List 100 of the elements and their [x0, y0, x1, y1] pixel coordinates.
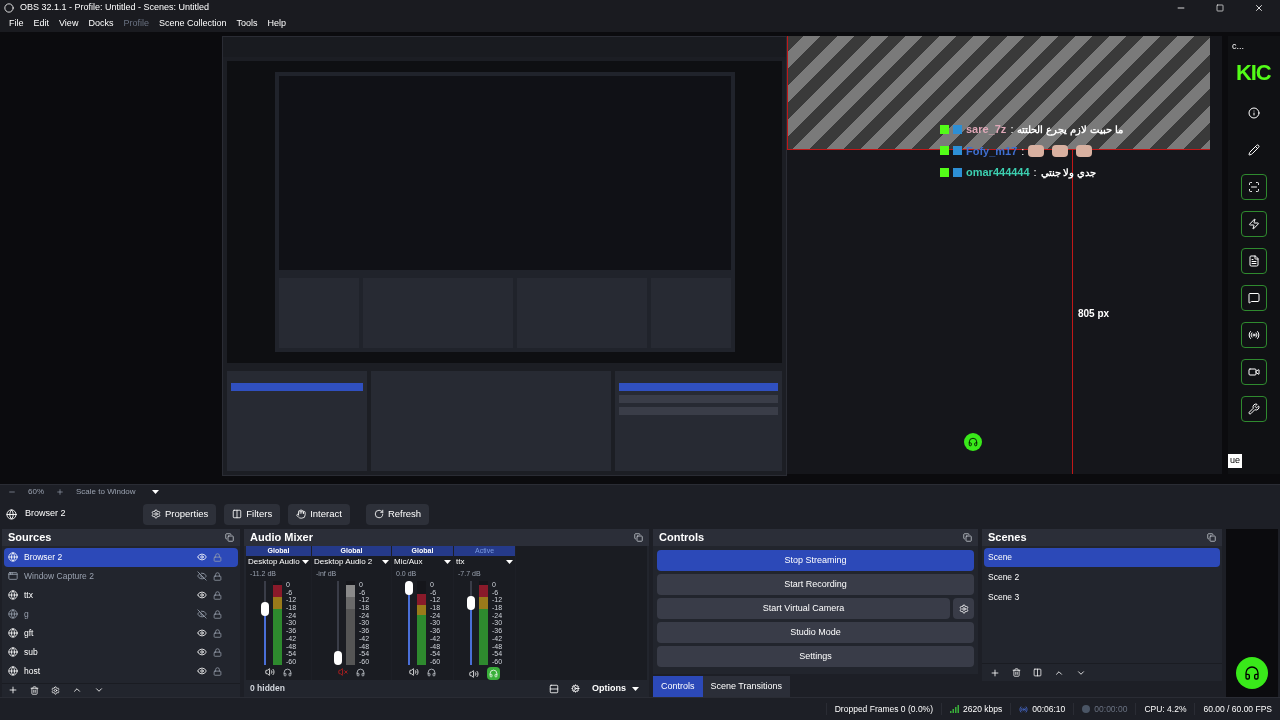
visibility-icon[interactable]	[197, 590, 207, 600]
sidebar-button[interactable]	[1241, 173, 1267, 200]
caret-icon	[382, 560, 389, 564]
undock-icon[interactable]	[225, 532, 234, 542]
current-source-name: Browser 2	[25, 507, 67, 521]
scene-item[interactable]: Scene	[984, 548, 1220, 567]
channel-dropdown[interactable]: Mic/Aux	[392, 555, 453, 569]
control-button[interactable]: Start Recording	[657, 574, 974, 595]
fader-handle[interactable]	[260, 602, 269, 616]
headset-button[interactable]	[964, 433, 982, 451]
caret-icon	[506, 560, 513, 564]
visibility-icon[interactable]	[197, 628, 207, 638]
hidden-count: 0 hidden	[250, 682, 286, 695]
dock-title: Audio Mixer	[250, 530, 313, 545]
sidebar-button[interactable]	[1241, 210, 1267, 237]
signal-bars-icon	[950, 705, 959, 713]
zoom-value: 60%	[28, 486, 44, 498]
fader-handle[interactable]	[466, 596, 475, 611]
layout-icon[interactable]	[549, 683, 559, 694]
speaker-icon[interactable]	[265, 667, 275, 677]
sidebar-icon	[1248, 106, 1260, 119]
headset-icon	[1244, 665, 1260, 681]
add-icon[interactable]	[8, 685, 18, 696]
add-icon[interactable]	[990, 667, 1000, 678]
source-item[interactable]: ttx	[4, 585, 238, 605]
source-item[interactable]: Browser 2	[4, 547, 238, 567]
globe-icon	[8, 628, 18, 638]
lock-icon[interactable]	[213, 628, 222, 638]
undock-icon[interactable]	[1207, 533, 1216, 542]
sidebar-icon	[1248, 365, 1260, 378]
hidden-icon[interactable]	[197, 609, 207, 619]
control-button[interactable]: Stop Streaming	[657, 550, 974, 571]
sidebar-icon	[1248, 291, 1260, 304]
menu-item[interactable]: Scene Collection	[153, 17, 232, 31]
undock-icon[interactable]	[963, 533, 972, 542]
speaker-icon[interactable]	[469, 668, 479, 679]
virtual-camera-settings-button[interactable]	[953, 598, 974, 619]
options-dropdown[interactable]: Options	[592, 681, 639, 696]
sidebar-button[interactable]	[1241, 321, 1267, 348]
control-button[interactable]: Settings	[657, 646, 974, 667]
fader-handle[interactable]	[333, 651, 342, 665]
headset-button[interactable]	[1236, 657, 1268, 689]
hidden-icon[interactable]	[197, 571, 207, 581]
visibility-icon[interactable]	[197, 666, 207, 676]
trash-icon[interactable]	[1012, 668, 1021, 677]
chat-separator: :	[1033, 165, 1037, 180]
source-item[interactable]: Window Capture 2	[4, 566, 238, 586]
source-toolbar-button[interactable]: Filters	[224, 503, 281, 525]
maximize-icon[interactable]	[1216, 4, 1224, 12]
undock-icon[interactable]	[634, 532, 643, 542]
sidebar-button[interactable]	[1241, 247, 1267, 274]
control-button[interactable]: Start Virtual Camera	[657, 598, 950, 619]
source-item[interactable]: gft	[4, 623, 238, 643]
advanced-settings-icon[interactable]	[571, 684, 580, 693]
menu-item[interactable]: File	[4, 17, 29, 31]
globe-icon	[8, 552, 18, 562]
scale-dropdown[interactable]: Scale to Window	[76, 486, 159, 498]
lock-icon[interactable]	[213, 571, 222, 581]
sidebar-icon	[1248, 180, 1260, 193]
chat-separator: :	[1021, 143, 1025, 159]
sidebar-button[interactable]	[1241, 358, 1267, 385]
monitor-off-icon[interactable]	[283, 667, 292, 677]
monitor-off-icon[interactable]	[427, 667, 436, 677]
lock-icon[interactable]	[213, 609, 222, 619]
lock-icon[interactable]	[213, 590, 222, 600]
menu-item[interactable]: Edit	[28, 17, 55, 31]
source-toolbar-button[interactable]: Refresh	[365, 503, 430, 525]
close-icon[interactable]	[1254, 3, 1264, 13]
menu-item[interactable]: View	[54, 17, 84, 31]
visibility-icon[interactable]	[197, 647, 207, 657]
control-button[interactable]: Studio Mode	[657, 622, 974, 643]
dock-tab[interactable]: Controls	[653, 676, 703, 697]
fader-handle[interactable]	[404, 581, 413, 595]
menu-item[interactable]: Tools	[231, 17, 263, 31]
sidebar-button[interactable]	[1241, 395, 1267, 422]
scene-item[interactable]: Scene 2	[984, 568, 1220, 587]
trash-icon[interactable]	[30, 685, 39, 695]
channel-dropdown[interactable]: Desktop Audio	[246, 555, 311, 569]
window-icon	[8, 571, 18, 581]
source-toolbar-button[interactable]: Interact	[288, 503, 350, 525]
speaker-icon[interactable]	[409, 667, 419, 677]
source-item[interactable]: host	[4, 661, 238, 681]
zoom-in-icon[interactable]	[56, 488, 64, 496]
settings-icon[interactable]	[51, 685, 60, 695]
menu-item[interactable]: Docks	[83, 17, 119, 31]
visibility-icon[interactable]	[197, 552, 207, 562]
scene-item[interactable]: Scene 3	[984, 588, 1220, 607]
dock-tab[interactable]: Scene Transitions	[702, 676, 791, 697]
monitor-button[interactable]	[487, 667, 500, 680]
channel-dropdown[interactable]: ttx	[454, 555, 515, 569]
sidebar-button[interactable]	[1241, 284, 1267, 311]
menu-item[interactable]: Help	[262, 17, 291, 31]
source-item[interactable]: sub	[4, 642, 238, 662]
channel-dropdown[interactable]: Desktop Audio 2	[312, 555, 391, 569]
lock-icon[interactable]	[213, 666, 222, 676]
source-toolbar-button[interactable]: Properties	[143, 503, 217, 525]
caret-icon	[302, 560, 309, 564]
lock-icon[interactable]	[213, 647, 222, 657]
monitor-off-icon[interactable]	[356, 667, 365, 677]
source-item[interactable]: g	[4, 604, 238, 624]
